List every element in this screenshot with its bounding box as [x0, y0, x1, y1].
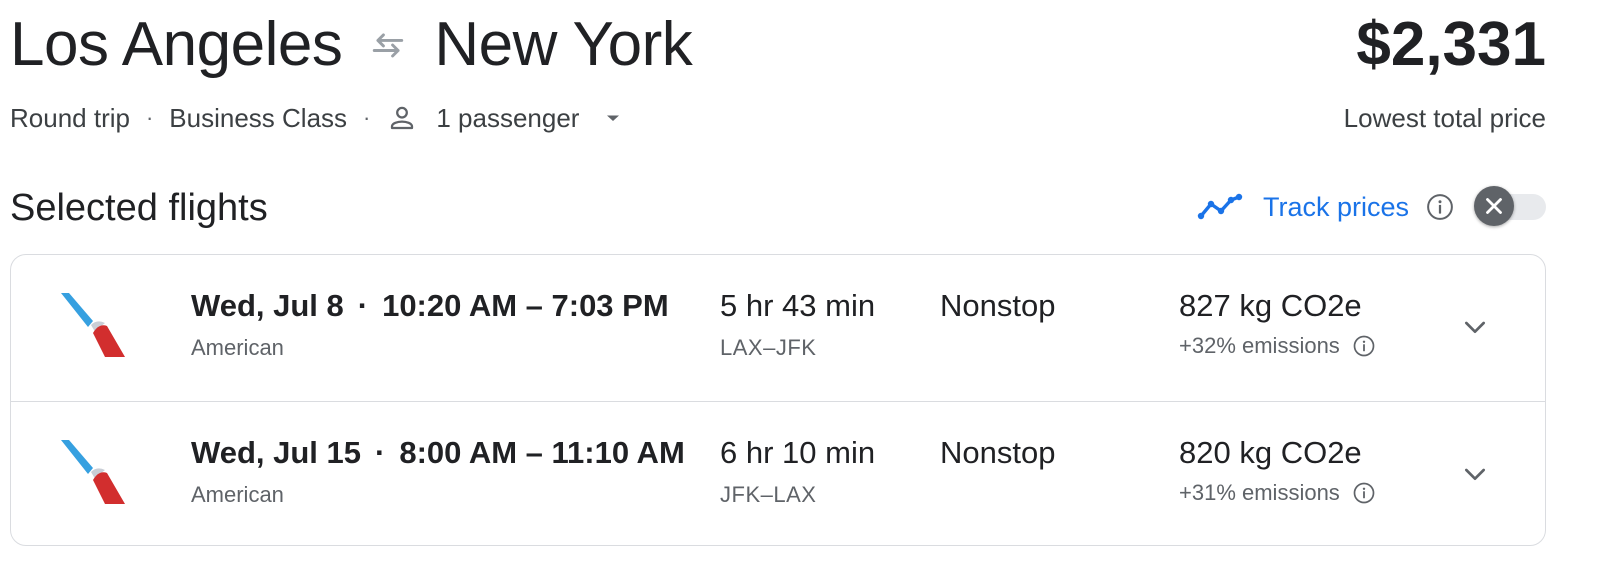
separator-dot: ·	[375, 435, 386, 470]
person-icon	[391, 106, 414, 130]
close-icon	[1486, 198, 1502, 214]
total-price: $2,331	[1356, 10, 1546, 79]
chevron-down-icon[interactable]	[1459, 458, 1491, 490]
destination-city: New York	[434, 10, 693, 79]
info-icon[interactable]	[1425, 192, 1455, 222]
emissions-delta: +32% emissions	[1179, 331, 1376, 361]
passenger-selector[interactable]: 1 passenger	[386, 102, 625, 134]
flight-duration: 6 hr 10 min	[720, 435, 876, 470]
toggle-knob	[1474, 186, 1514, 226]
passenger-count: 1 passenger	[436, 102, 580, 133]
price-label: Lowest total price	[1343, 103, 1546, 133]
route-header: Los Angeles New York	[10, 10, 693, 80]
track-prices-toggle[interactable]	[1474, 186, 1546, 226]
swap-arrows-icon	[373, 33, 404, 58]
caret-down-icon	[607, 115, 620, 121]
airline-name: American	[191, 482, 284, 507]
track-prices-label: Track prices	[1262, 191, 1409, 222]
flight-time: Wed, Jul 15 · 8:00 AM – 11:10 AM	[191, 434, 685, 472]
trip-details: Round trip · Business Class · 1 passenge…	[10, 100, 625, 136]
separator-dot: ·	[145, 105, 154, 130]
emissions-delta-label: +32% emissions	[1179, 333, 1340, 358]
flight-time: Wed, Jul 8 · 10:20 AM – 7:03 PM	[191, 287, 669, 325]
flight-row-outbound[interactable]: Wed, Jul 8 · 10:20 AM – 7:03 PM American 5…	[11, 255, 1545, 401]
flight-emissions: 820 kg CO2e	[1179, 435, 1362, 470]
track-prices[interactable]: Track prices	[1197, 186, 1455, 228]
american-airlines-logo	[61, 293, 125, 357]
flight-summary-page: Los Angeles New York $2,331 Lowest total…	[0, 0, 1600, 570]
trending-line-icon	[1197, 193, 1243, 220]
emissions-delta-label: +31% emissions	[1179, 480, 1340, 505]
trip-type: Round trip	[10, 102, 130, 133]
flight-emissions: 827 kg CO2e	[1179, 288, 1362, 323]
flight-time-range: 10:20 AM – 7:03 PM	[382, 288, 669, 323]
selected-flights-card: Wed, Jul 8 · 10:20 AM – 7:03 PM American 5…	[10, 254, 1546, 546]
flight-date: Wed, Jul 15	[191, 435, 361, 470]
chevron-down-icon[interactable]	[1459, 311, 1491, 343]
separator-dot: ·	[363, 105, 371, 130]
flight-row-return[interactable]: Wed, Jul 15 · 8:00 AM – 11:10 AM American …	[11, 401, 1545, 545]
emissions-delta: +31% emissions	[1179, 478, 1376, 508]
flight-airports: JFK–LAX	[720, 482, 817, 507]
flight-stops: Nonstop	[940, 435, 1056, 470]
cabin-class: Business Class	[169, 102, 348, 133]
separator-dot: ·	[357, 288, 369, 323]
airline-name: American	[191, 335, 284, 360]
flight-stops: Nonstop	[940, 288, 1056, 323]
flight-duration: 5 hr 43 min	[720, 288, 876, 323]
info-icon[interactable]	[1352, 481, 1376, 505]
american-airlines-logo	[61, 440, 125, 504]
origin-city: Los Angeles	[10, 10, 343, 79]
flight-date: Wed, Jul 8	[191, 288, 344, 323]
flight-time-range: 8:00 AM – 11:10 AM	[399, 435, 685, 470]
info-icon[interactable]	[1352, 334, 1376, 358]
section-title: Selected flights	[10, 187, 268, 229]
flight-airports: LAX–JFK	[720, 335, 817, 360]
